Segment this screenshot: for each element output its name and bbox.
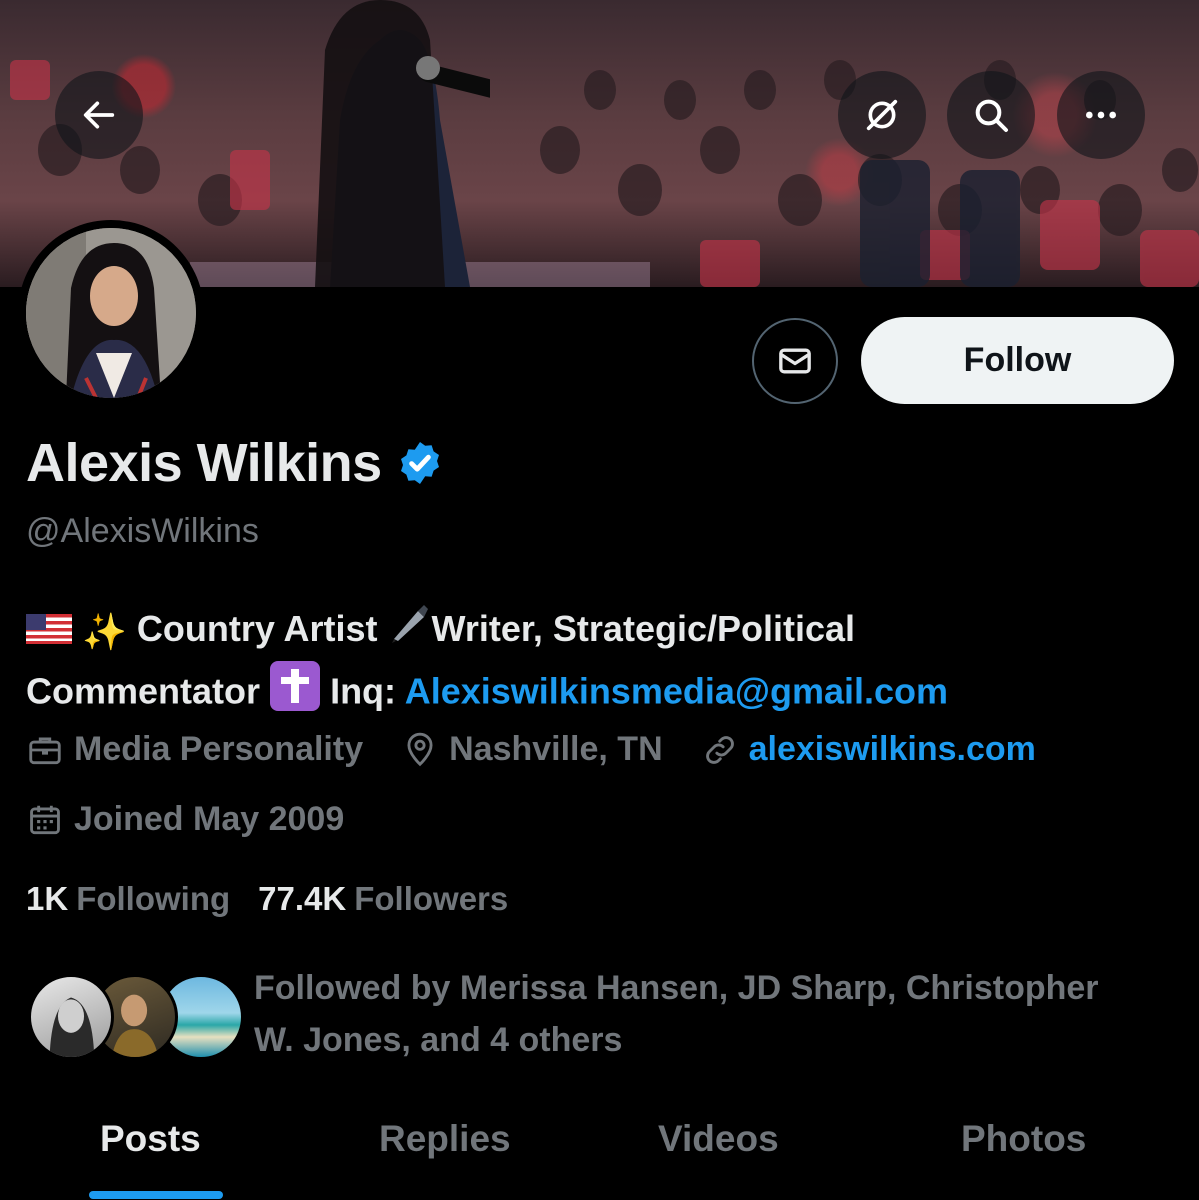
follow-button[interactable]: Follow	[861, 317, 1174, 404]
briefcase-icon	[29, 736, 61, 764]
more-button[interactable]	[1057, 71, 1145, 159]
calendar-icon	[30, 805, 60, 834]
message-button[interactable]	[752, 318, 838, 404]
bio-text-2: Writer, Strategic/Political	[431, 608, 856, 649]
follow-counts: 1K Following 77.4K Followers	[26, 880, 536, 918]
category: Media Personality	[26, 730, 363, 769]
profile-meta-row: Media Personality Nashville, TN alexiswi…	[26, 730, 1074, 769]
joined-date: Joined May 2009	[26, 800, 344, 839]
profile-banner[interactable]	[0, 0, 1199, 287]
back-button[interactable]	[55, 71, 143, 159]
followed-by-line-2: W. Jones, and 4 others	[254, 1021, 623, 1059]
search-button[interactable]	[947, 71, 1035, 159]
name-row: Alexis Wilkins	[26, 432, 444, 494]
followed-by-avatars[interactable]	[28, 974, 244, 1064]
followed-by-text[interactable]: Followed by Merissa Hansen, JD Sharp, Ch…	[254, 962, 1174, 1066]
tab-posts[interactable]: Posts	[100, 1118, 201, 1160]
bio-text-3: Commentator	[26, 671, 261, 712]
fountain-pen-emoji	[388, 601, 432, 661]
profile-tabs: Posts Replies Videos Photos	[0, 1100, 1199, 1200]
search-icon	[975, 99, 1008, 132]
follower-avatar-1	[28, 974, 114, 1060]
contact-email-link[interactable]: Alexiswilkinsmedia@gmail.com	[405, 671, 948, 712]
followers-label: Followers	[354, 880, 509, 917]
website[interactable]: alexiswilkins.com	[701, 730, 1036, 769]
joined-text: Joined May 2009	[74, 800, 345, 838]
tab-videos[interactable]: Videos	[658, 1118, 779, 1160]
tab-replies[interactable]: Replies	[379, 1118, 511, 1160]
active-tab-indicator	[89, 1191, 223, 1199]
joined-row: Joined May 2009	[26, 800, 382, 839]
location-pin-icon	[407, 732, 433, 766]
username-handle: @AlexisWilkins	[26, 512, 259, 550]
avatar-photo	[26, 228, 196, 398]
following-label: Following	[76, 880, 231, 917]
envelope-icon	[779, 348, 811, 374]
website-link[interactable]: alexiswilkins.com	[749, 730, 1036, 769]
display-name: Alexis Wilkins	[26, 433, 382, 493]
sparkles-emoji: ✨	[82, 610, 127, 652]
location-text: Nashville, TN	[449, 730, 663, 768]
following-number: 1K	[26, 880, 69, 917]
grok-icon	[866, 99, 898, 131]
inquiry-label: Inq:	[330, 671, 397, 712]
followers-number: 77.4K	[258, 880, 347, 917]
category-text: Media Personality	[74, 730, 364, 768]
bio-text-1: Country Artist	[136, 608, 378, 649]
followers-count[interactable]: 77.4K Followers	[258, 880, 508, 918]
arrow-left-icon	[83, 101, 115, 129]
latin-cross-emoji	[270, 661, 321, 727]
more-icon	[1086, 111, 1116, 119]
grok-button[interactable]	[838, 71, 926, 159]
us-flag-emoji	[26, 603, 72, 660]
verified-badge-icon[interactable]	[396, 439, 444, 487]
singer-image	[315, 0, 490, 287]
following-count[interactable]: 1K Following	[26, 880, 230, 918]
profile-bio: ✨ Country Artist Writer, Strategic/Polit…	[26, 600, 1176, 727]
followed-by-line-1: Followed by Merissa Hansen, JD Sharp, Ch…	[254, 969, 1099, 1007]
location: Nashville, TN	[401, 730, 663, 769]
tab-photos[interactable]: Photos	[961, 1118, 1086, 1160]
profile-avatar[interactable]	[18, 220, 204, 406]
link-icon	[705, 735, 734, 764]
